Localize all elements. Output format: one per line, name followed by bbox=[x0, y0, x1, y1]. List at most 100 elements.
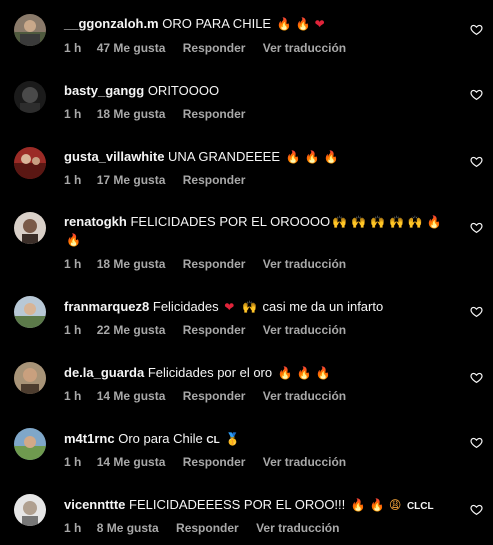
comment-likes[interactable]: 22 Me gusta bbox=[97, 323, 166, 337]
fire-emoji-icon: 🔥 bbox=[295, 17, 311, 31]
reply-button[interactable]: Responder bbox=[183, 257, 246, 271]
comment-meta: 1 h 47 Me gusta Responder Ver traducción bbox=[64, 41, 360, 55]
reply-button[interactable]: Responder bbox=[183, 41, 246, 55]
comment-time: 1 h bbox=[64, 323, 82, 337]
comment-meta: 1 h 8 Me gusta Responder Ver traducción bbox=[64, 521, 353, 535]
comment-body: de.la_guarda Felicidades por el oro 🔥 🔥 🔥 bbox=[64, 364, 453, 382]
comment-time: 1 h bbox=[64, 107, 82, 121]
comment-time: 1 h bbox=[64, 173, 82, 187]
fire-emoji-icon: 🔥 bbox=[323, 150, 339, 164]
red-heart-emoji-icon: ❤ bbox=[224, 300, 235, 314]
like-heart-icon[interactable] bbox=[470, 221, 483, 234]
fire-emoji-icon: 🔥 bbox=[369, 498, 385, 512]
comment-body: __ggonzaloh.m ORO PARA CHILE 🔥 🔥 ❤ bbox=[64, 15, 453, 33]
like-heart-icon[interactable] bbox=[470, 436, 483, 449]
raised-hands-emoji-icon: 🙌 bbox=[332, 215, 348, 229]
comment-username[interactable]: gusta_villawhite bbox=[64, 149, 164, 164]
comment-body: basty_gangg ORITOOOO bbox=[64, 82, 453, 99]
like-heart-icon[interactable] bbox=[470, 371, 483, 384]
reply-button[interactable]: Responder bbox=[183, 389, 246, 403]
avatar[interactable] bbox=[14, 428, 46, 460]
fire-emoji-icon: 🔥 bbox=[304, 150, 320, 164]
fire-emoji-icon: 🔥 bbox=[315, 366, 331, 380]
avatar[interactable] bbox=[14, 296, 46, 328]
comment-likes[interactable]: 18 Me gusta bbox=[97, 257, 166, 271]
comment-likes[interactable]: 17 Me gusta bbox=[97, 173, 166, 187]
like-heart-icon[interactable] bbox=[470, 88, 483, 101]
comment-likes[interactable]: 47 Me gusta bbox=[97, 41, 166, 55]
comment-meta: 1 h 18 Me gusta Responder bbox=[64, 107, 259, 121]
comment-time: 1 h bbox=[64, 455, 82, 469]
see-translation-button[interactable]: Ver traducción bbox=[263, 455, 346, 469]
avatar[interactable] bbox=[14, 14, 46, 46]
reply-button[interactable]: Responder bbox=[183, 323, 246, 337]
comment-username[interactable]: m4t1rnc bbox=[64, 431, 115, 446]
comment-likes[interactable]: 14 Me gusta bbox=[97, 389, 166, 403]
comment-meta: 1 h 14 Me gusta Responder Ver traducción bbox=[64, 455, 360, 469]
fire-emoji-icon: 🔥 bbox=[350, 498, 366, 512]
comment-text: ORITOOOO bbox=[147, 83, 220, 98]
reply-button[interactable]: Responder bbox=[183, 455, 246, 469]
see-translation-button[interactable]: Ver traducción bbox=[263, 389, 346, 403]
avatar[interactable] bbox=[14, 81, 46, 113]
comment-likes[interactable]: 14 Me gusta bbox=[97, 455, 166, 469]
red-heart-emoji-icon: ❤ bbox=[314, 17, 325, 31]
comment-username[interactable]: basty_gangg bbox=[64, 83, 144, 98]
chile-flag-label: CL bbox=[206, 435, 220, 446]
gold-medal-emoji-icon: 🥇 bbox=[225, 432, 241, 446]
comment-body: renatogkh FELICIDADES POR EL OROOOO 🙌 🙌 🙌 🙌 🙌… bbox=[64, 213, 444, 249]
comment-time: 1 h bbox=[64, 41, 82, 55]
comment-time: 1 h bbox=[64, 389, 82, 403]
fire-emoji-icon: 🔥 bbox=[285, 150, 301, 164]
fire-emoji-icon: 🔥 bbox=[66, 233, 81, 247]
chile-flags-label: CLCL bbox=[406, 501, 434, 512]
weary-face-emoji-icon: 😩 bbox=[388, 498, 402, 512]
raised-hands-emoji-icon: 🙌 bbox=[351, 215, 366, 229]
comment-text: UNA GRANDEEEE bbox=[168, 149, 281, 164]
like-heart-icon[interactable] bbox=[470, 23, 483, 36]
see-translation-button[interactable]: Ver traducción bbox=[256, 521, 339, 535]
comment-body: m4t1rnc Oro para Chile CL 🥇 bbox=[64, 430, 453, 449]
raised-hands-emoji-icon: 🙌 bbox=[241, 300, 257, 314]
see-translation-button[interactable]: Ver traducción bbox=[263, 257, 346, 271]
raised-hands-emoji-icon: 🙌 bbox=[388, 215, 404, 229]
comment-likes[interactable]: 8 Me gusta bbox=[97, 521, 159, 535]
fire-emoji-icon: 🔥 bbox=[426, 215, 442, 229]
comment-meta: 1 h 17 Me gusta Responder bbox=[64, 173, 259, 187]
comment-username[interactable]: renatogkh bbox=[64, 214, 127, 229]
comment-time: 1 h bbox=[64, 257, 82, 271]
comment-text: FELICIDADEEESS POR EL OROO!!! bbox=[129, 497, 346, 512]
see-translation-button[interactable]: Ver traducción bbox=[263, 323, 346, 337]
reply-button[interactable]: Responder bbox=[183, 173, 246, 187]
avatar[interactable] bbox=[14, 147, 46, 179]
see-translation-button[interactable]: Ver traducción bbox=[263, 41, 346, 55]
comment-text: FELICIDADES POR EL OROOOO bbox=[130, 214, 331, 229]
comment-likes[interactable]: 18 Me gusta bbox=[97, 107, 166, 121]
raised-hands-emoji-icon: 🙌 bbox=[407, 215, 423, 229]
avatar[interactable] bbox=[14, 494, 46, 526]
comment-username[interactable]: de.la_guarda bbox=[64, 365, 144, 380]
comment-meta: 1 h 22 Me gusta Responder Ver traducción bbox=[64, 323, 360, 337]
comment-text: ORO PARA CHILE bbox=[162, 16, 272, 31]
fire-emoji-icon: 🔥 bbox=[296, 366, 312, 380]
comment-text: Felicidades bbox=[152, 299, 219, 314]
comment-username[interactable]: __ggonzaloh.m bbox=[64, 16, 159, 31]
comment-text: Oro para Chile bbox=[118, 431, 203, 446]
fire-emoji-icon: 🔥 bbox=[277, 366, 293, 380]
avatar[interactable] bbox=[14, 212, 46, 244]
avatar[interactable] bbox=[14, 362, 46, 394]
raised-hands-emoji-icon: 🙌 bbox=[370, 215, 385, 229]
comment-body: franmarquez8 Felicidades ❤ 🙌 casi me da … bbox=[64, 298, 453, 316]
reply-button[interactable]: Responder bbox=[183, 107, 246, 121]
comment-meta: 1 h 14 Me gusta Responder Ver traducción bbox=[64, 389, 360, 403]
comment-text-continued: casi me da un infarto bbox=[262, 299, 384, 314]
like-heart-icon[interactable] bbox=[470, 155, 483, 168]
comment-text: Felicidades por el oro bbox=[147, 365, 273, 380]
comment-username[interactable]: vicennttte bbox=[64, 497, 125, 512]
comment-meta: 1 h 18 Me gusta Responder Ver traducción bbox=[64, 257, 360, 271]
like-heart-icon[interactable] bbox=[470, 503, 483, 516]
like-heart-icon[interactable] bbox=[470, 305, 483, 318]
comment-username[interactable]: franmarquez8 bbox=[64, 299, 149, 314]
reply-button[interactable]: Responder bbox=[176, 521, 239, 535]
comment-body: gusta_villawhite UNA GRANDEEEE 🔥 🔥 🔥 bbox=[64, 148, 453, 166]
